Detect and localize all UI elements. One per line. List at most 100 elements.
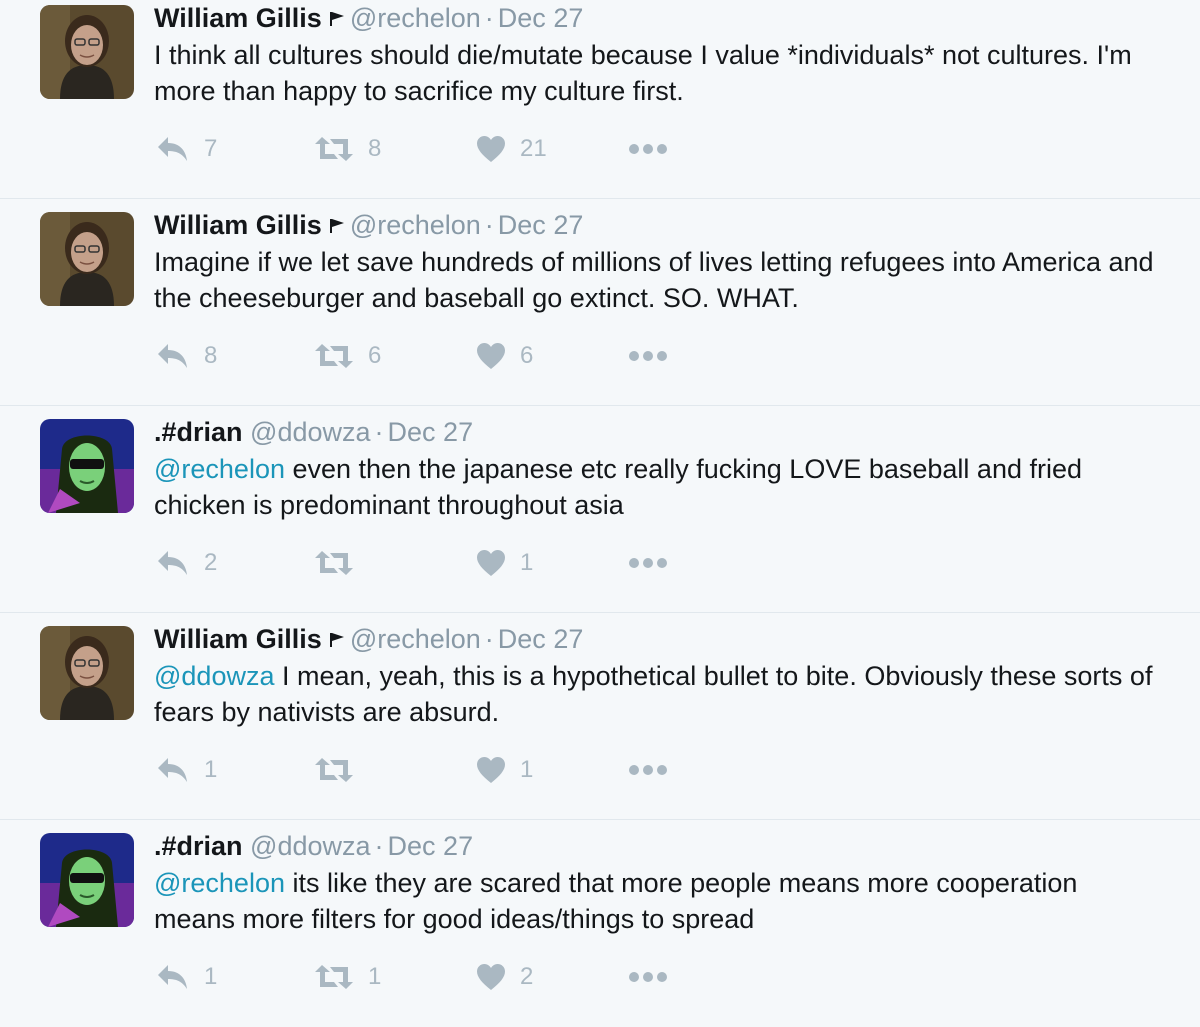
retweet-icon [315, 965, 353, 989]
tweet-body: even then the japanese etc really fuckin… [154, 454, 1082, 520]
retweet-button[interactable] [314, 543, 368, 583]
reply-icon [158, 344, 187, 368]
like-button[interactable]: 6 [476, 336, 533, 376]
heart-icon [477, 136, 505, 162]
more-options-button[interactable] [628, 750, 668, 790]
author-name[interactable]: .#drian [154, 417, 243, 447]
tweet-timestamp[interactable]: Dec 27 [498, 624, 584, 654]
separator-dot: · [374, 831, 384, 861]
tweet-actions: 8 6 6 [154, 336, 714, 376]
author-name[interactable]: William Gillis [154, 3, 322, 33]
tweet-text: @rechelon its like they are scared that … [154, 865, 1164, 937]
like-count: 1 [520, 549, 534, 576]
retweet-button[interactable]: 8 [314, 129, 381, 169]
reply-count: 8 [204, 342, 218, 369]
tweet-actions: 7 8 21 [154, 129, 714, 169]
avatar-william-gillis[interactable] [40, 626, 134, 720]
reply-button[interactable]: 1 [156, 957, 217, 997]
tweet-timestamp[interactable]: Dec 27 [388, 417, 474, 447]
like-count: 2 [520, 963, 534, 990]
tweet-header: .#drian @ddowza · Dec 27 [154, 415, 473, 449]
heart-icon [477, 757, 505, 783]
author-handle[interactable]: @rechelon [350, 3, 481, 33]
tweet-actions: 1 1 2 [154, 957, 714, 997]
author-handle[interactable]: @rechelon [350, 624, 481, 654]
more-icon [629, 351, 667, 361]
like-count: 6 [520, 342, 534, 369]
author-handle[interactable]: @ddowza [250, 831, 370, 861]
more-options-button[interactable] [628, 543, 668, 583]
flag-icon [329, 633, 344, 647]
like-count: 21 [520, 135, 547, 162]
retweet-count: 8 [368, 135, 382, 162]
retweet-button[interactable]: 6 [314, 336, 381, 376]
retweet-button[interactable] [314, 750, 368, 790]
tweet-header: .#drian @ddowza · Dec 27 [154, 829, 473, 863]
flag-icon [329, 219, 344, 233]
author-name[interactable]: William Gillis [154, 624, 322, 654]
tweet-body: Imagine if we let save hundreds of milli… [154, 247, 1154, 313]
flag-icon [329, 12, 344, 26]
tweet-header: William Gillis @rechelon · Dec 27 [154, 208, 583, 242]
tweet[interactable]: William Gillis @rechelon · Dec 27 Imagine i… [0, 200, 1200, 406]
like-button[interactable]: 1 [476, 543, 533, 583]
author-name[interactable]: William Gillis [154, 210, 322, 240]
reply-button[interactable]: 7 [156, 129, 217, 169]
tweet-header: William Gillis @rechelon · Dec 27 [154, 1, 583, 35]
more-icon [629, 972, 667, 982]
like-button[interactable]: 1 [476, 750, 533, 790]
tweet-timestamp[interactable]: Dec 27 [388, 831, 474, 861]
tweet[interactable]: .#drian @ddowza · Dec 27 @rechelon its lik… [0, 821, 1200, 1027]
tweet-timestamp[interactable]: Dec 27 [498, 3, 584, 33]
reply-count: 1 [204, 756, 218, 783]
reply-button[interactable]: 2 [156, 543, 217, 583]
avatar-william-gillis[interactable] [40, 5, 134, 99]
tweet[interactable]: .#drian @ddowza · Dec 27 @rechelon even th… [0, 407, 1200, 613]
separator-dot: · [374, 417, 384, 447]
retweet-count: 1 [368, 963, 382, 990]
mention-link[interactable]: @ddowza [154, 661, 274, 691]
tweet-actions: 2 1 [154, 543, 714, 583]
reply-icon [158, 551, 187, 575]
tweet[interactable]: William Gillis @rechelon · Dec 27 I think a… [0, 0, 1200, 199]
reply-icon [158, 758, 187, 782]
more-icon [629, 558, 667, 568]
like-button[interactable]: 2 [476, 957, 533, 997]
avatar-drian[interactable] [40, 833, 134, 927]
reply-button[interactable]: 1 [156, 750, 217, 790]
like-button[interactable]: 21 [476, 129, 547, 169]
tweet-body: I mean, yeah, this is a hypothetical bul… [154, 661, 1153, 727]
reply-count: 7 [204, 135, 218, 162]
retweet-icon [315, 344, 353, 368]
more-icon [629, 765, 667, 775]
author-name[interactable]: .#drian [154, 831, 243, 861]
tweet-body: I think all cultures should die/mutate b… [154, 40, 1132, 106]
separator-dot: · [484, 624, 494, 654]
author-handle[interactable]: @rechelon [350, 210, 481, 240]
tweet[interactable]: William Gillis @rechelon · Dec 27 @ddowza I… [0, 614, 1200, 820]
heart-icon [477, 550, 505, 576]
reply-icon [158, 965, 187, 989]
reply-count: 1 [204, 963, 218, 990]
author-handle[interactable]: @ddowza [250, 417, 370, 447]
tweet-timestamp[interactable]: Dec 27 [498, 210, 584, 240]
tweet-timeline: William Gillis @rechelon · Dec 27 I think a… [0, 0, 1200, 1019]
retweet-icon [315, 551, 353, 575]
mention-link[interactable]: @rechelon [154, 454, 285, 484]
more-options-button[interactable] [628, 336, 668, 376]
separator-dot: · [484, 210, 494, 240]
heart-icon [477, 964, 505, 990]
mention-link[interactable]: @rechelon [154, 868, 285, 898]
retweet-button[interactable]: 1 [314, 957, 381, 997]
retweet-count: 6 [368, 342, 382, 369]
more-options-button[interactable] [628, 957, 668, 997]
more-options-button[interactable] [628, 129, 668, 169]
avatar-william-gillis[interactable] [40, 212, 134, 306]
reply-count: 2 [204, 549, 218, 576]
tweet-body: its like they are scared that more peopl… [154, 868, 1078, 934]
avatar-drian[interactable] [40, 419, 134, 513]
tweet-text: @rechelon even then the japanese etc rea… [154, 451, 1164, 523]
tweet-text: @ddowza I mean, yeah, this is a hypothet… [154, 658, 1164, 730]
reply-button[interactable]: 8 [156, 336, 217, 376]
separator-dot: · [484, 3, 494, 33]
